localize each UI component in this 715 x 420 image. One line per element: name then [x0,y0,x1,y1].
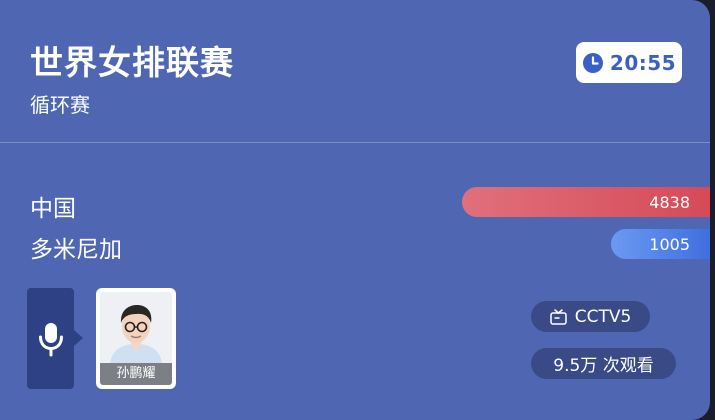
match-title: 世界女排联赛 [30,43,234,82]
team-name-china: 中国 [30,196,76,222]
channel-name: CCTV5 [574,306,632,327]
team-name-dominican: 多米尼加 [30,237,122,263]
support-count-china: 4838 [649,192,690,212]
support-bar-dominican[interactable]: 1005 [611,229,710,259]
match-card[interactable]: 世界女排联赛 循环赛 20:55 中国 4838 多米尼加 1005 孙鹏耀 C… [0,0,710,420]
support-bar-china[interactable]: 4838 [462,187,710,217]
microphone-icon [38,322,63,356]
divider [0,142,710,143]
support-count-dominican: 1005 [649,234,690,254]
match-time: 20:55 [609,50,677,75]
match-stage: 循环赛 [30,93,90,117]
avatar [100,292,172,364]
views-badge: 9.5万 次观看 [531,348,676,379]
view-count: 9.5万 次观看 [553,356,654,376]
commentator-name: 孙鹏耀 [100,363,172,385]
channel-badge[interactable]: CCTV5 [531,301,650,332]
microphone-button[interactable] [27,288,74,389]
commentator-card[interactable]: 孙鹏耀 [96,288,176,389]
tv-icon [549,308,567,325]
time-badge: 20:55 [576,42,682,83]
mic-pointer [74,330,83,346]
clock-icon [582,52,603,73]
